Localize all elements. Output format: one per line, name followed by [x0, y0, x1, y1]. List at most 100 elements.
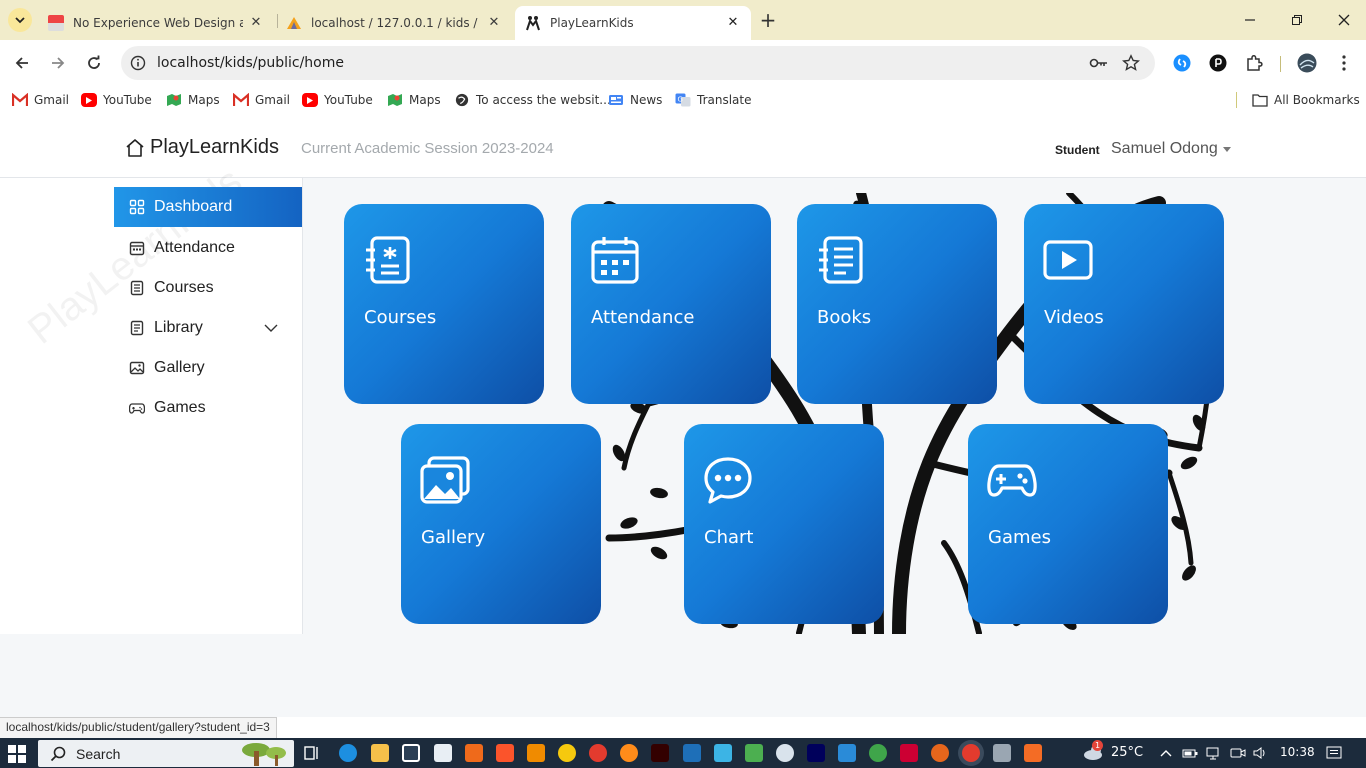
notifications-icon[interactable]	[1326, 745, 1342, 761]
card-videos[interactable]: Videos	[1024, 204, 1224, 404]
bookmark-maps[interactable]: Maps	[166, 91, 220, 109]
task-view-icon[interactable]	[303, 744, 321, 762]
bookmark-maps-2[interactable]: Maps	[387, 91, 441, 109]
shazam-extension-icon[interactable]	[1170, 51, 1194, 75]
chrome-icon[interactable]	[589, 744, 607, 762]
card-courses[interactable]: Courses	[344, 204, 544, 404]
toolbar-divider	[1280, 56, 1281, 72]
tab-phpmyadmin[interactable]: localhost / 127.0.0.1 / kids / use ✕	[276, 6, 512, 40]
user-menu-toggle[interactable]: Samuel Odong	[1111, 140, 1218, 158]
bookmark-youtube-2[interactable]: YouTube	[302, 91, 373, 109]
weather-temperature[interactable]: 25°C	[1111, 745, 1143, 760]
network-icon[interactable]	[1206, 745, 1222, 761]
app-icon-6[interactable]	[931, 744, 949, 762]
edge-browser-icon[interactable]	[339, 744, 357, 762]
camera-icon[interactable]	[1230, 745, 1246, 761]
app-icon-2[interactable]	[714, 744, 732, 762]
volume-icon[interactable]	[1252, 745, 1268, 761]
taskbar-search-box[interactable]: Search	[38, 740, 294, 767]
close-window-button[interactable]	[1332, 8, 1356, 32]
restore-button[interactable]	[1285, 8, 1309, 32]
bookmark-translate[interactable]: G Translate	[675, 91, 752, 109]
folder-icon	[1252, 93, 1268, 107]
illustrator-icon[interactable]	[651, 744, 669, 762]
caret-down-icon[interactable]	[1223, 147, 1231, 152]
sidebar-item-courses[interactable]: Courses	[114, 268, 302, 308]
card-label: Games	[988, 527, 1051, 548]
news-icon	[608, 93, 624, 107]
reload-button[interactable]	[82, 51, 106, 75]
battery-icon[interactable]	[1182, 745, 1198, 761]
all-bookmarks-folder[interactable]: All Bookmarks	[1252, 91, 1360, 109]
address-bar[interactable]: localhost/kids/public/home	[121, 46, 1155, 80]
sidebar-item-gallery[interactable]: Gallery	[114, 348, 302, 388]
search-placeholder: Search	[76, 746, 121, 762]
new-tab-button[interactable]: +	[756, 8, 780, 32]
chrome-active-icon[interactable]	[962, 744, 980, 762]
file-explorer-icon[interactable]	[371, 744, 389, 762]
app-icon[interactable]	[558, 744, 576, 762]
taskbar-clock[interactable]: 10:38	[1280, 745, 1315, 759]
card-label: Books	[817, 307, 872, 328]
sublime-icon[interactable]	[465, 744, 483, 762]
brave-icon[interactable]	[496, 744, 514, 762]
password-key-icon[interactable]	[1089, 54, 1109, 72]
sidebar-item-games[interactable]: Games	[114, 388, 302, 428]
store-icon[interactable]	[402, 744, 420, 762]
card-games[interactable]: Games	[968, 424, 1168, 624]
card-chart[interactable]: Chart	[684, 424, 884, 624]
star-bookmark-icon[interactable]	[1122, 54, 1140, 72]
tab-web-design[interactable]: No Experience Web Design and ✕	[38, 6, 274, 40]
profile-avatar-icon[interactable]	[1295, 51, 1319, 75]
card-books[interactable]: Books	[797, 204, 997, 404]
bookmark-youtube[interactable]: YouTube	[81, 91, 152, 109]
svg-text:G: G	[678, 96, 683, 104]
extensions-puzzle-icon[interactable]	[1242, 51, 1266, 75]
card-attendance[interactable]: Attendance	[571, 204, 771, 404]
mail-icon[interactable]	[434, 744, 452, 762]
windows-start-icon[interactable]	[8, 745, 26, 763]
brand-link[interactable]: PlayLearnKids	[124, 136, 279, 159]
chevron-up-icon[interactable]	[1158, 745, 1174, 761]
site-info-icon[interactable]	[130, 55, 146, 71]
close-tab-icon[interactable]: ✕	[725, 14, 741, 30]
card-gallery[interactable]: Gallery	[401, 424, 601, 624]
search-icon	[50, 746, 66, 762]
link-preview-status: localhost/kids/public/student/gallery?st…	[0, 717, 277, 738]
camtasia-icon[interactable]	[745, 744, 763, 762]
bookmark-news[interactable]: News	[608, 91, 662, 109]
app-icon-7[interactable]	[993, 744, 1011, 762]
extension-icon[interactable]	[1206, 51, 1230, 75]
vscode-icon[interactable]	[838, 744, 856, 762]
app-icon-4[interactable]	[869, 744, 887, 762]
chevron-down-icon[interactable]	[264, 321, 278, 335]
close-tab-icon[interactable]: ✕	[486, 14, 502, 30]
search-highlight-illustration-icon	[236, 741, 292, 766]
bookmark-gmail-2[interactable]: Gmail	[232, 91, 290, 109]
arrow-left-icon	[15, 57, 28, 69]
app-icon-5[interactable]	[900, 744, 918, 762]
audition-icon[interactable]	[807, 744, 825, 762]
sidebar-item-attendance[interactable]: Attendance	[114, 228, 302, 268]
calendar-icon	[128, 239, 146, 257]
app-icon-3[interactable]	[776, 744, 794, 762]
sidebar-item-dashboard[interactable]: Dashboard	[114, 187, 302, 227]
chat-icon	[702, 454, 754, 506]
xampp-icon[interactable]	[1024, 744, 1042, 762]
sidebar-item-label: Courses	[154, 279, 214, 296]
search-app-icon[interactable]	[620, 744, 638, 762]
vlc-icon[interactable]	[527, 744, 545, 762]
tab-search-button[interactable]	[8, 8, 32, 32]
tab-playlearnkids[interactable]: PlayLearnKids ✕	[515, 6, 751, 40]
close-tab-icon[interactable]: ✕	[248, 14, 264, 30]
url-text[interactable]: localhost/kids/public/home	[157, 55, 344, 71]
bookmark-access-website[interactable]: To access the websit...	[454, 91, 611, 109]
menu-kebab-icon[interactable]	[1332, 51, 1356, 75]
bookmark-gmail[interactable]: Gmail	[11, 91, 69, 109]
mysql-workbench-icon[interactable]	[683, 744, 701, 762]
bookmark-label: News	[630, 93, 663, 107]
sidebar-item-library[interactable]: Library	[114, 308, 302, 348]
minimize-button[interactable]	[1238, 8, 1262, 32]
back-button[interactable]	[10, 51, 34, 75]
forward-button[interactable]	[46, 51, 70, 75]
